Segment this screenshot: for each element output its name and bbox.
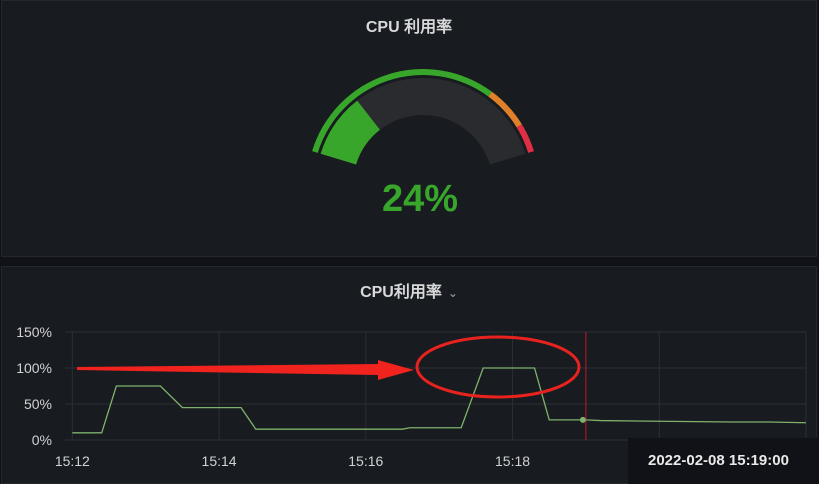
panel-title-menu[interactable]: CPU利用率 ⌄	[2, 278, 816, 302]
panel-title-text: CPU利用率	[360, 284, 442, 301]
gauge-panel: CPU 利用率 24%	[1, 0, 817, 257]
chevron-down-icon[interactable]: ⌄	[448, 286, 458, 300]
gauge-chart: 24%	[312, 69, 534, 220]
gauge-value: 24%	[382, 178, 458, 220]
tooltip-time: 2022-02-08 15:19:00	[628, 438, 819, 484]
